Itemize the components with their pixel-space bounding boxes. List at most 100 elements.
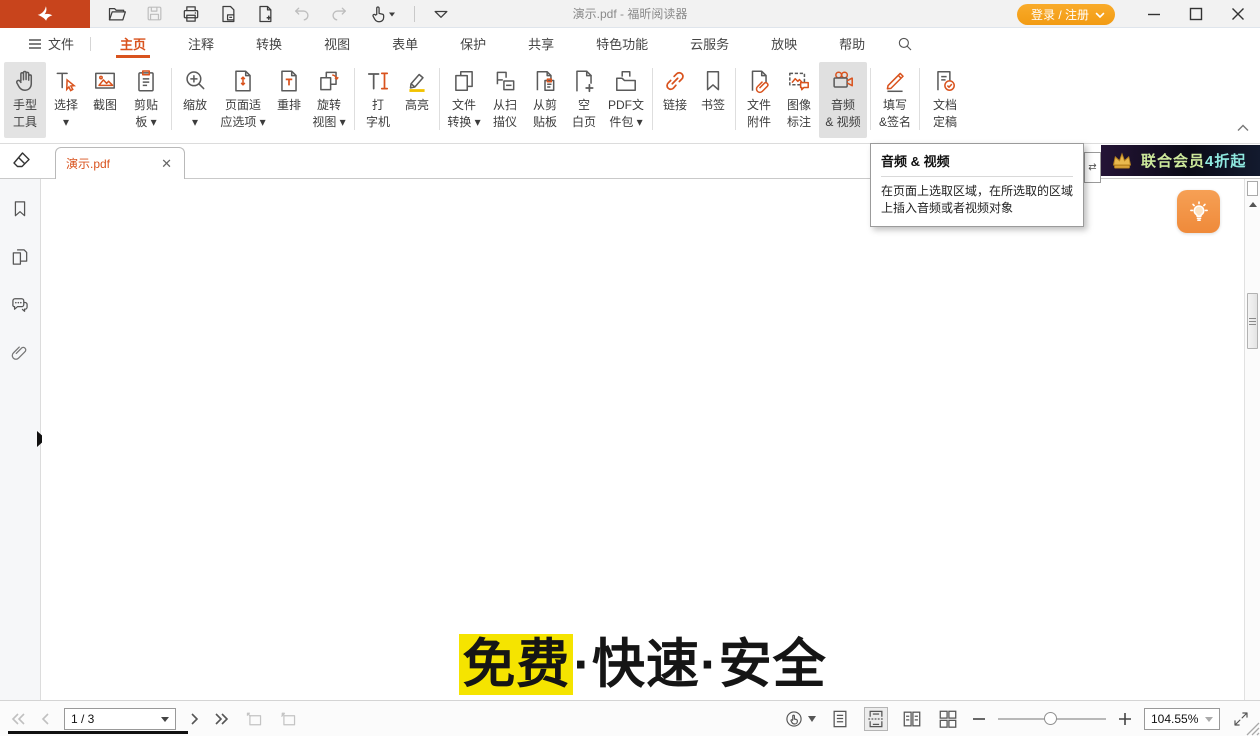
collapse-ribbon-icon[interactable]	[1236, 122, 1250, 134]
tooltip-body: 在页面上选取区域，在所选取的区域上插入音频或者视频对象	[881, 177, 1073, 217]
tool-label: 应选项 ▾	[220, 115, 265, 130]
fill-sign-button[interactable]: 填写 &签名	[874, 62, 916, 138]
facing-view-icon[interactable]	[900, 707, 924, 731]
ribbon-toolbar: 手型 工具 选择 ▾ 截图 剪贴 板 ▾ 缩放 ▾ 页面适 应选项 ▾	[0, 58, 1260, 144]
bookmarks-panel-icon[interactable]	[8, 197, 32, 221]
vertical-scrollbar[interactable]	[1244, 179, 1260, 700]
zoom-level-combobox[interactable]: 104.55%	[1144, 708, 1220, 730]
snapshot-icon	[92, 66, 118, 96]
menu-cloud[interactable]: 云服务	[676, 29, 743, 58]
pdf-portfolio-button[interactable]: PDF文 件包 ▾	[603, 62, 649, 138]
page-remove-icon[interactable]	[217, 3, 239, 25]
search-icon[interactable]	[896, 35, 914, 53]
highlight-button[interactable]: 高亮	[398, 62, 436, 138]
tool-label: 缩放	[183, 98, 207, 113]
image-annotation-icon	[786, 66, 812, 96]
resize-grip[interactable]	[1242, 718, 1260, 736]
eraser-icon[interactable]	[9, 149, 33, 173]
slider-handle[interactable]	[1044, 712, 1057, 725]
reflow-button[interactable]: 重排	[271, 62, 307, 138]
tab-document[interactable]: 演示.pdf ✕	[55, 147, 185, 179]
file-convert-button[interactable]: 文件 转换 ▾	[443, 62, 485, 138]
from-scanner-button[interactable]: 从扫 描仪	[485, 62, 525, 138]
tool-label: 从剪	[533, 98, 557, 113]
touch-mode-icon[interactable]	[365, 3, 399, 25]
scroll-up-arrow[interactable]	[1249, 202, 1257, 207]
customize-toolbar-icon[interactable]	[430, 3, 452, 25]
menu-label: 文件	[48, 34, 74, 53]
open-file-icon[interactable]	[106, 3, 128, 25]
menu-home[interactable]: 主页	[106, 29, 160, 58]
menu-share[interactable]: 共享	[514, 29, 568, 58]
continuous-facing-view-icon[interactable]	[936, 707, 960, 731]
close-icon[interactable]	[1230, 6, 1246, 22]
zoom-in-icon[interactable]	[1118, 712, 1132, 726]
foxit-logo-icon[interactable]	[0, 0, 90, 28]
file-attachment-button[interactable]: 文件 附件	[739, 62, 779, 138]
tool-label: 书签	[701, 98, 725, 113]
last-page-icon[interactable]	[214, 712, 230, 726]
tool-label: 空	[578, 98, 590, 113]
promo-banner[interactable]: 联合会员4折起	[1101, 145, 1260, 176]
maximize-icon[interactable]	[1188, 6, 1204, 22]
select-tool-button[interactable]: 选择 ▾	[46, 62, 86, 138]
menu-help[interactable]: 帮助	[825, 29, 879, 58]
menu-view[interactable]: 视图	[310, 29, 364, 58]
menu-present[interactable]: 放映	[757, 29, 811, 58]
next-page-icon[interactable]	[190, 712, 200, 726]
page-add-icon[interactable]	[254, 3, 276, 25]
tool-label: 白页	[572, 115, 596, 130]
rotate-view-button[interactable]: 旋转 视图 ▾	[307, 62, 351, 138]
continuous-view-icon[interactable]	[864, 707, 888, 731]
single-page-view-icon[interactable]	[828, 707, 852, 731]
lightbulb-icon	[1186, 199, 1212, 225]
zoom-out-icon[interactable]	[972, 712, 986, 726]
snapshot-button[interactable]: 截图	[86, 62, 124, 138]
hand-icon	[12, 66, 38, 96]
tool-label: 贴板	[533, 115, 557, 130]
page-headline: 免费·快速·安全	[42, 622, 1244, 698]
menu-convert[interactable]: 转换	[242, 29, 296, 58]
menu-protect[interactable]: 保护	[446, 29, 500, 58]
page-fit-options-button[interactable]: 页面适 应选项 ▾	[215, 62, 271, 138]
ribbon-separator	[870, 68, 871, 130]
login-button[interactable]: 登录 / 注册	[1017, 4, 1115, 25]
link-button[interactable]: 链接	[656, 62, 694, 138]
scrollbar-thumb[interactable]	[1247, 293, 1258, 349]
hand-tool-button[interactable]: 手型 工具	[4, 62, 46, 138]
menu-comment[interactable]: 注释	[174, 29, 228, 58]
blank-page-button[interactable]: 空 白页	[565, 62, 603, 138]
menu-features[interactable]: 特色功能	[582, 29, 662, 58]
assistant-lightbulb-button[interactable]	[1177, 190, 1220, 233]
minimize-icon[interactable]	[1146, 6, 1162, 22]
menu-label: 视图	[324, 34, 350, 53]
save-icon[interactable]	[143, 3, 165, 25]
highlight-icon	[404, 66, 430, 96]
menu-file[interactable]: 文件	[20, 29, 82, 58]
menu-label: 保护	[460, 34, 486, 53]
zoom-slider[interactable]	[998, 709, 1106, 729]
pages-panel-icon[interactable]	[8, 245, 32, 269]
banner-collapse-button[interactable]: ⇄	[1084, 152, 1101, 183]
hand-mode-selector[interactable]	[784, 709, 816, 729]
attachments-panel-icon[interactable]	[8, 341, 32, 365]
zoom-button[interactable]: 缩放 ▾	[175, 62, 215, 138]
pdf-page[interactable]: 免费·快速·安全	[42, 179, 1244, 700]
print-icon[interactable]	[180, 3, 202, 25]
audio-video-button[interactable]: 音频 & 视频	[819, 62, 867, 138]
comments-panel-icon[interactable]	[8, 293, 32, 317]
typewriter-button[interactable]: 打 字机	[358, 62, 398, 138]
from-clipboard-button[interactable]: 从剪 贴板	[525, 62, 565, 138]
tool-label: 图像	[787, 98, 811, 113]
video-camera-icon	[830, 66, 856, 96]
image-annotation-button[interactable]: 图像 标注	[779, 62, 819, 138]
bookmark-button[interactable]: 书签	[694, 62, 732, 138]
scrollbar-top-button[interactable]	[1247, 181, 1258, 196]
tool-label: 描仪	[493, 115, 517, 130]
menu-form[interactable]: 表单	[378, 29, 432, 58]
blank-page-icon	[571, 66, 597, 96]
clipboard-button[interactable]: 剪贴 板 ▾	[124, 62, 168, 138]
page-number-combobox[interactable]: 1 / 3	[64, 708, 176, 730]
tab-close-icon[interactable]: ✕	[159, 156, 174, 172]
doc-finalize-button[interactable]: 文档 定稿	[923, 62, 967, 138]
